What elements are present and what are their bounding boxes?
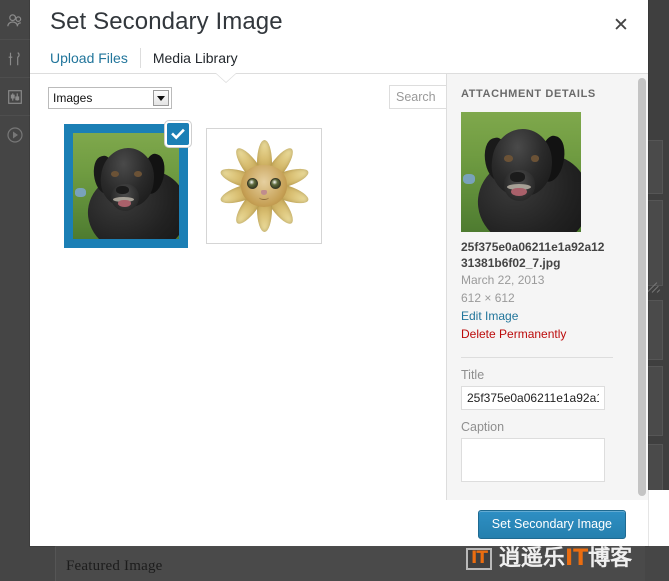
- modal-body: Images Search ATTACHMENT DETAILS 25f375e…: [30, 74, 648, 500]
- settings-icon[interactable]: [0, 78, 30, 116]
- edit-image-link[interactable]: Edit Image: [461, 307, 632, 325]
- attachment-details-thumbnail: [461, 112, 581, 232]
- dog-photo: [73, 133, 179, 239]
- watermark-text: 逍遥乐IT博客: [498, 546, 633, 571]
- details-divider: [461, 357, 613, 358]
- attachment-dimensions: 612 × 612: [461, 291, 515, 305]
- media-modal: Set Secondary Image ✕ Upload Files Media…: [30, 0, 648, 546]
- attachment-details-panel: ATTACHMENT DETAILS 25f375e0a06211e1a92a1…: [446, 74, 648, 500]
- title-field-label: Title: [461, 368, 485, 382]
- tools-icon[interactable]: [0, 40, 30, 78]
- media-type-filter[interactable]: Images: [48, 87, 172, 109]
- caption-field-label: Caption: [461, 420, 505, 434]
- page-title: Set Secondary Image: [50, 8, 283, 35]
- attachment-filename: 25f375e0a06211e1a92a1231381b6f02_7.jpg: [461, 240, 605, 270]
- check-icon[interactable]: [165, 121, 191, 147]
- chevron-down-icon: [153, 90, 169, 106]
- details-scrollbar[interactable]: [638, 78, 646, 496]
- title-field[interactable]: [461, 386, 605, 410]
- media-type-filter-value: Images: [53, 91, 93, 105]
- tab-media-library[interactable]: Media Library: [139, 48, 250, 68]
- attachment-thumbnail: [73, 133, 179, 239]
- users-icon[interactable]: [0, 2, 30, 40]
- delete-permanently-link[interactable]: Delete Permanently: [461, 325, 632, 343]
- modal-tabs: Upload Files Media Library: [50, 46, 250, 70]
- tab-upload-files[interactable]: Upload Files: [50, 48, 140, 68]
- set-secondary-image-button[interactable]: Set Secondary Image: [477, 510, 626, 539]
- watermark-badge: IT: [466, 548, 492, 570]
- cat-flower-photo: [207, 129, 321, 243]
- collapse-menu-icon[interactable]: [0, 116, 30, 154]
- scrollbar-thumb[interactable]: [638, 78, 646, 496]
- admin-menu-sidebar: [0, 0, 30, 581]
- attachment-cat-flower-image[interactable]: [206, 128, 322, 244]
- caption-field[interactable]: [461, 438, 605, 482]
- resize-handle-icon[interactable]: [647, 280, 661, 294]
- screen: Featured Image IT 逍遥乐IT博客 Set Secondary …: [0, 0, 669, 581]
- attachment-black-dog-photo[interactable]: [64, 121, 191, 248]
- site-watermark: IT 逍遥乐IT博客: [466, 548, 632, 570]
- modal-header: Set Secondary Image ✕ Upload Files Media…: [30, 0, 648, 83]
- featured-image-heading: Featured Image: [66, 558, 163, 574]
- attachment-date: March 22, 2013: [461, 273, 545, 287]
- close-icon[interactable]: ✕: [604, 8, 638, 42]
- attachment-thumbnail: [207, 129, 321, 243]
- active-tab-arrow: [216, 73, 236, 82]
- attachment-details-heading: ATTACHMENT DETAILS: [461, 88, 596, 100]
- attachments-grid: [30, 118, 446, 500]
- modal-footer: Set Secondary Image: [30, 500, 648, 546]
